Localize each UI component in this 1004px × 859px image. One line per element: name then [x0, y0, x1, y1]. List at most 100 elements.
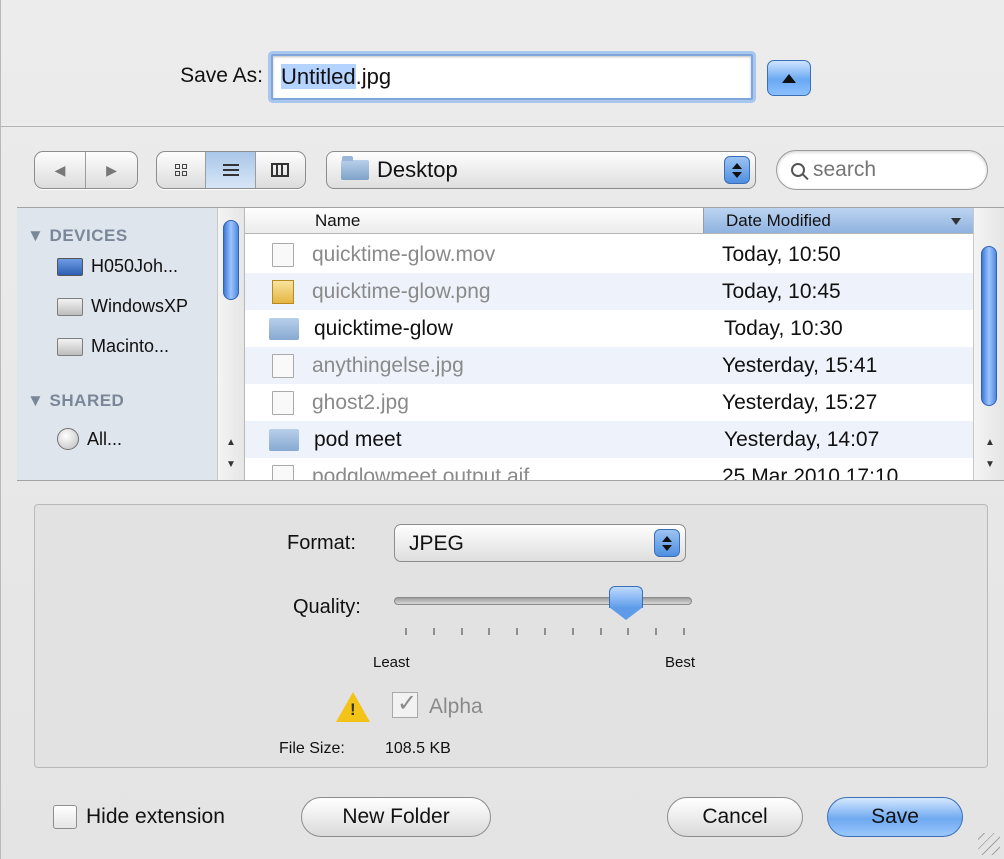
- sidebar-item-all[interactable]: All...: [57, 428, 122, 450]
- file-browser: ▼ DEVICES H050Joh... WindowsXP Macinto..…: [17, 207, 1004, 481]
- column-header-date-modified[interactable]: Date Modified: [703, 208, 973, 233]
- sidebar-item-windowsxp[interactable]: WindowsXP: [57, 296, 188, 317]
- hard-disk-icon: [57, 337, 83, 356]
- icon-view-icon: [175, 164, 188, 176]
- popup-arrows-icon: [724, 156, 750, 184]
- triangle-up-icon: [782, 73, 796, 83]
- file-list-scroll-thumb[interactable]: [981, 246, 997, 406]
- file-date-modified: 25 Mar 2010 17:10: [722, 464, 899, 481]
- file-name: pod meet: [314, 427, 402, 451]
- new-folder-button[interactable]: New Folder: [301, 797, 491, 837]
- quality-label: Quality:: [293, 596, 361, 618]
- sidebar-item-label: Macinto...: [91, 336, 170, 356]
- folder-icon: [341, 156, 369, 180]
- quality-ticks: [405, 628, 685, 636]
- file-date-modified: Today, 10:50: [722, 242, 841, 266]
- list-view-icon: [222, 164, 239, 176]
- forward-button[interactable]: ▶: [86, 152, 137, 188]
- file-list-scrollbar[interactable]: ▲ ▼: [973, 208, 1004, 480]
- file-date-modified: Yesterday, 15:27: [722, 390, 878, 414]
- back-button[interactable]: ◀: [35, 152, 87, 188]
- triangle-left-icon: ◀: [54, 161, 66, 178]
- file-name: anythingelse.jpg: [312, 353, 464, 377]
- file-name: quicktime-glow.png: [312, 279, 491, 303]
- table-row[interactable]: quicktime-glow Today, 10:30: [245, 310, 973, 347]
- sidebar-item-macintosh[interactable]: Macinto...: [57, 336, 169, 357]
- file-name: podglowmeet output.aif: [312, 464, 530, 481]
- quality-max-label: Best: [665, 654, 696, 671]
- sidebar-scroll-thumb[interactable]: [223, 220, 239, 300]
- folder-icon: [269, 428, 299, 451]
- table-row[interactable]: pod meet Yesterday, 14:07: [245, 421, 973, 458]
- save-as-input[interactable]: Untitled.jpg: [271, 54, 753, 100]
- table-row[interactable]: quicktime-glow.png Today, 10:45: [245, 273, 973, 310]
- alpha-checkbox[interactable]: [392, 689, 418, 718]
- table-row[interactable]: quicktime-glow.mov Today, 10:50: [245, 236, 973, 273]
- quality-min-label: Least: [373, 654, 410, 671]
- sidebar-item-label: H050Joh...: [91, 256, 179, 276]
- format-popup[interactable]: JPEG: [394, 524, 686, 562]
- scroll-arrows-icon[interactable]: ▲ ▼: [985, 432, 995, 476]
- sidebar-scrollbar[interactable]: ▲ ▼: [217, 208, 245, 480]
- alpha-label: Alpha: [429, 695, 483, 718]
- list-view-button[interactable]: [206, 152, 256, 188]
- quality-slider-track[interactable]: [394, 597, 692, 605]
- save-button[interactable]: Save: [827, 797, 963, 837]
- file-list-header: Name Date Modified: [245, 208, 973, 234]
- search-icon: [791, 163, 805, 177]
- icon-view-button[interactable]: [157, 152, 207, 188]
- triangle-right-icon: ▶: [106, 161, 117, 178]
- history-nav: ◀ ▶: [34, 151, 138, 189]
- document-icon: [272, 390, 294, 415]
- sidebar-item-label: WindowsXP: [91, 296, 189, 316]
- hard-disk-icon: [57, 297, 83, 316]
- search-input[interactable]: [813, 158, 963, 182]
- table-row[interactable]: ghost2.jpg Yesterday, 15:27: [245, 384, 973, 421]
- image-file-icon: [272, 279, 294, 304]
- file-name: quicktime-glow.mov: [312, 242, 496, 266]
- table-row[interactable]: anythingelse.jpg Yesterday, 15:41: [245, 347, 973, 384]
- quality-slider-knob[interactable]: [609, 586, 644, 620]
- monitor-icon: [57, 257, 83, 276]
- file-size-value: 108.5 KB: [385, 740, 451, 757]
- file-name: ghost2.jpg: [312, 390, 409, 414]
- format-value: JPEG: [409, 532, 464, 555]
- column-view-icon: [271, 163, 290, 177]
- divider: [1, 126, 1004, 127]
- hide-extension-checkbox[interactable]: [53, 805, 77, 829]
- location-popup[interactable]: Desktop: [326, 151, 756, 189]
- cancel-button[interactable]: Cancel: [667, 797, 803, 837]
- file-date-modified: Today, 10:45: [722, 279, 841, 303]
- document-icon: [272, 242, 294, 267]
- save-dialog: Save As: Untitled.jpg ◀ ▶ Desktop ▼ DEVI…: [0, 0, 1004, 859]
- collapse-dialog-button[interactable]: [767, 60, 811, 96]
- resize-grip-icon[interactable]: [978, 833, 1000, 855]
- format-label: Format:: [287, 532, 356, 554]
- scroll-arrows-icon[interactable]: ▲ ▼: [226, 432, 236, 476]
- document-icon: [272, 353, 294, 378]
- location-label: Desktop: [377, 157, 458, 182]
- network-globe-icon: [57, 428, 79, 450]
- sidebar-section-shared[interactable]: ▼ SHARED: [27, 391, 124, 411]
- file-date-modified: Yesterday, 14:07: [724, 427, 880, 451]
- column-view-button[interactable]: [256, 152, 305, 188]
- file-date-modified: Today, 10:30: [724, 316, 843, 340]
- file-list: Name Date Modified quicktime-glow.mov Tod…: [245, 208, 973, 480]
- sidebar-item-label: All...: [87, 428, 123, 449]
- sidebar-section-devices[interactable]: ▼ DEVICES: [27, 226, 128, 246]
- save-as-extension-text: .jpg: [355, 64, 392, 89]
- table-row[interactable]: podglowmeet output.aif 25 Mar 2010 17:10: [245, 458, 973, 480]
- search-field[interactable]: [776, 150, 988, 190]
- sidebar-item-h050joh[interactable]: H050Joh...: [57, 256, 178, 277]
- document-icon: [272, 464, 294, 480]
- save-as-selected-text: Untitled: [281, 64, 356, 89]
- folder-icon: [269, 317, 299, 340]
- popup-arrows-icon: [654, 529, 680, 557]
- file-size-label: File Size:: [279, 740, 345, 757]
- hide-extension-label[interactable]: Hide extension: [86, 805, 225, 829]
- view-mode-selector: [156, 151, 306, 189]
- sidebar: ▼ DEVICES H050Joh... WindowsXP Macinto..…: [17, 208, 217, 480]
- file-date-modified: Yesterday, 15:41: [722, 353, 878, 377]
- column-header-name[interactable]: Name: [315, 211, 360, 231]
- save-as-label: Save As:: [180, 64, 263, 87]
